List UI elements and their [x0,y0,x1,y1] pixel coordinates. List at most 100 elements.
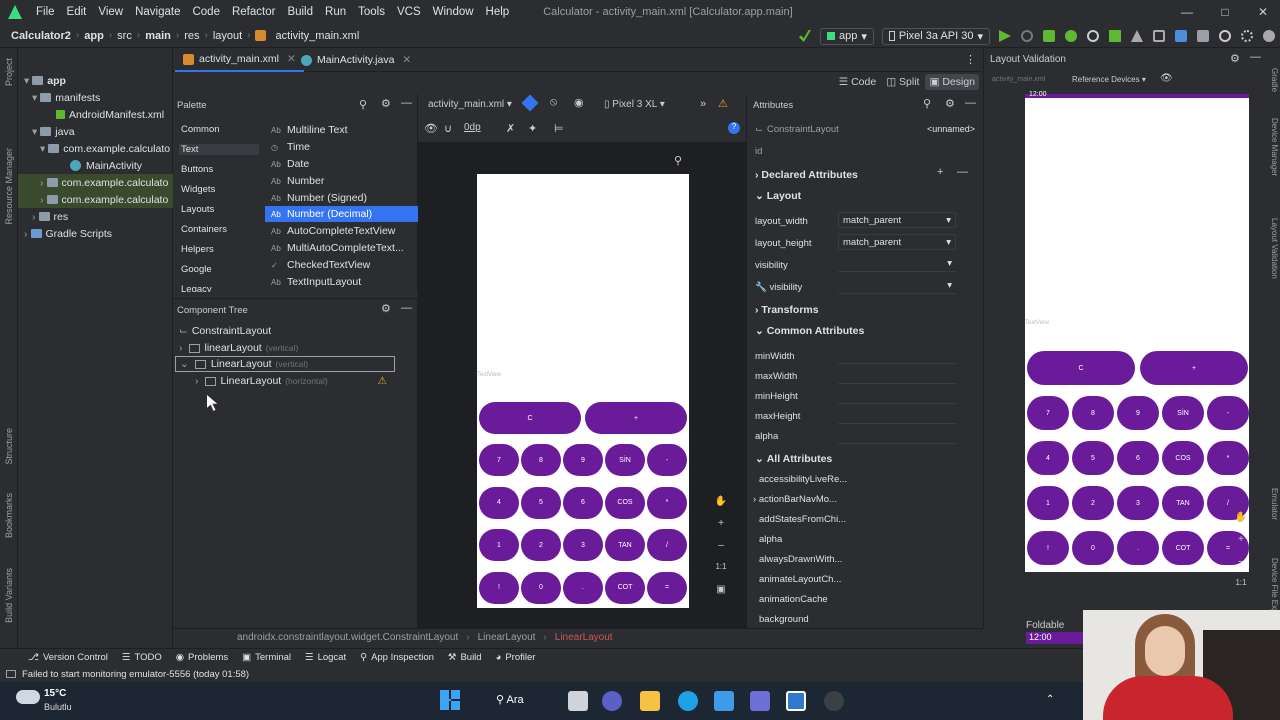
weather-temp[interactable]: 15°C [44,688,66,699]
tree-item-manifests[interactable]: ▾ manifests [32,89,100,106]
run-icon[interactable] [999,30,1011,42]
weather-desc[interactable]: Bulutlu [44,702,72,712]
code-mode-button[interactable]: ☰ Code [835,74,880,90]
device-dropdown[interactable]: Pixel 3a API 30 ▾ [881,27,990,45]
infer-constraints-icon[interactable]: ✦ [528,122,537,135]
device-manager-tool-tab[interactable]: Device Manager [1270,118,1279,176]
more-options-icon[interactable]: » [700,98,706,110]
split-mode-button[interactable]: ◫ Split [882,74,923,90]
stop-icon[interactable] [1131,30,1143,42]
declared-attributes-header[interactable]: › Declared Attributes [755,166,858,184]
calc-key-3-0[interactable]: ! [1027,531,1069,565]
calc-key-2-1[interactable]: 2 [521,529,561,561]
clear-constraints-icon[interactable]: ✗ [506,122,515,135]
calc-key-2-3[interactable]: TAN [1162,486,1204,520]
breadcrumb-res[interactable]: res [179,30,204,42]
tools-visibility-dropdown[interactable]: ▾ [838,278,956,294]
windows-start-icon[interactable] [440,690,460,710]
file-explorer-icon[interactable] [640,691,660,711]
settings-gear-icon[interactable] [1241,30,1253,42]
sync-icon[interactable] [1153,30,1165,42]
menu-help[interactable]: Help [480,6,516,18]
tree-item-package-android-test[interactable]: › com.example.calculato [18,174,173,191]
account-icon[interactable] [1263,30,1275,42]
validation-hide-icon[interactable]: — [1250,51,1261,63]
tree-item-res[interactable]: › res [32,208,68,225]
calc-key-1-0[interactable]: 4 [479,486,519,519]
emulator-tool-tab[interactable]: Emulator [1270,488,1279,520]
weather-cloud-icon[interactable] [16,690,40,704]
calc-key-2-3[interactable]: TAN [605,529,645,561]
calc-key-3-1[interactable]: 0 [521,571,561,604]
visibility-dropdown[interactable]: ▾ [838,256,956,272]
terminal-tool[interactable]: ▣ Terminal [242,652,291,663]
menu-code[interactable]: Code [186,6,226,18]
resource-manager-tool-tab[interactable]: Resource Manager [4,148,14,225]
breadcrumb-module[interactable]: app [79,30,109,42]
palette-cat-common[interactable]: Common [181,124,220,135]
calc-key-1-3[interactable]: COS [1162,441,1204,475]
calc-key-1-4[interactable]: * [1207,441,1249,475]
palette-cat-widgets[interactable]: Widgets [181,184,215,195]
menu-navigate[interactable]: Navigate [129,6,186,18]
chat-icon[interactable] [602,691,622,711]
menu-vcs[interactable]: VCS [391,6,427,18]
max-width-field[interactable] [838,368,956,384]
calc-key-0-1[interactable]: 8 [1072,396,1114,430]
calc-key-3-0[interactable]: ! [479,571,519,604]
palette-item[interactable]: Ab Multiline Text [265,122,418,138]
calc-key-1-4[interactable]: * [647,486,687,519]
calc-key-0-2[interactable]: 9 [563,444,603,476]
device-preview-dropdown[interactable]: ▯ Pixel 3 XL ▾ [604,99,665,110]
rerun-icon[interactable] [1021,30,1033,42]
palette-item-selected[interactable]: Ab Number (Decimal) [265,206,418,222]
calc-key-3-2[interactable]: . [1117,531,1159,565]
view-options-icon[interactable]: 👁 [424,122,438,135]
build-tool[interactable]: ⚒ Build [448,652,482,663]
tree-node-linear-layout-horizontal[interactable]: › LinearLayout (horizontal) ⚠ [195,373,391,389]
layout-section-header[interactable]: ⌄ Layout [755,187,801,205]
palette-item[interactable]: Ab Date [265,156,418,172]
validation-settings-icon[interactable]: ⚙ [1230,52,1240,65]
reference-devices-dropdown[interactable]: Reference Devices ▾ [1072,75,1146,84]
max-height-field[interactable] [838,408,956,424]
palette-cat-text[interactable]: Text [179,144,259,155]
palette-item[interactable]: ✓ CheckedTextView [265,257,418,273]
calc-key-1-0[interactable]: 4 [1027,441,1069,475]
remove-attribute-icon[interactable]: — [957,166,968,178]
zoom-actual-icon[interactable]: 1:1 [712,562,730,584]
calc-key-2-2[interactable]: 3 [563,529,603,561]
calc-key-0-3[interactable]: SİN [1162,396,1204,430]
pin-icon[interactable]: ⚲ [674,154,682,167]
textview-placeholder[interactable]: TextView [477,372,501,378]
breadcrumb-main[interactable]: main [140,30,176,42]
palette-item[interactable]: Ab MultiAutoCompleteText... [265,240,418,256]
palette-cat-containers[interactable]: Containers [181,224,227,235]
layout-validation-tool-tab[interactable]: Layout Validation [1270,218,1279,279]
sdk-manager-icon[interactable] [1197,30,1209,42]
status-window-icon[interactable] [6,670,16,678]
design-mode-button[interactable]: ▣ Design [925,74,979,90]
breadcrumb-layout[interactable]: layout [208,30,247,42]
close-icon[interactable]: ✕ [1240,0,1280,24]
tree-item-app[interactable]: ▾ app [24,72,66,89]
debug-icon[interactable] [1043,30,1055,42]
layout-height-dropdown[interactable]: match_parent ▾ [838,234,956,250]
calc-key-3-3[interactable]: COT [1162,531,1204,565]
tray-chevron-icon[interactable]: ⌃ [1046,694,1054,705]
run-config-dropdown[interactable]: app ▾ [819,27,874,45]
validation-plus-button[interactable]: + [1140,351,1248,385]
problems-tool[interactable]: ◉ Problems [176,652,228,663]
calc-key-2-4[interactable]: / [647,529,687,561]
breadcrumb-linear-layout[interactable]: LinearLayout [478,632,536,643]
calc-key-2-1[interactable]: 2 [1072,486,1114,520]
attributes-hide-icon[interactable]: — [965,97,976,109]
calc-key-3-2[interactable]: . [563,571,603,604]
zoom-actual-icon[interactable]: 1:1 [1232,578,1250,600]
common-attributes-header[interactable]: ⌄ Common Attributes [755,322,864,340]
phone-preview[interactable]: TextView C + 7 8 9 SİN - 4 5 6 COS * 1 2 3 TAN /! 0. COT… [477,174,689,608]
palette-item[interactable]: Ab Number [265,173,418,189]
palette-item[interactable]: Ab AutoCompleteTextView [265,223,418,239]
attach-debugger-icon[interactable] [1109,30,1121,42]
tree-node-linear-layout-1[interactable]: › linearLayout (vertical) [179,340,298,356]
